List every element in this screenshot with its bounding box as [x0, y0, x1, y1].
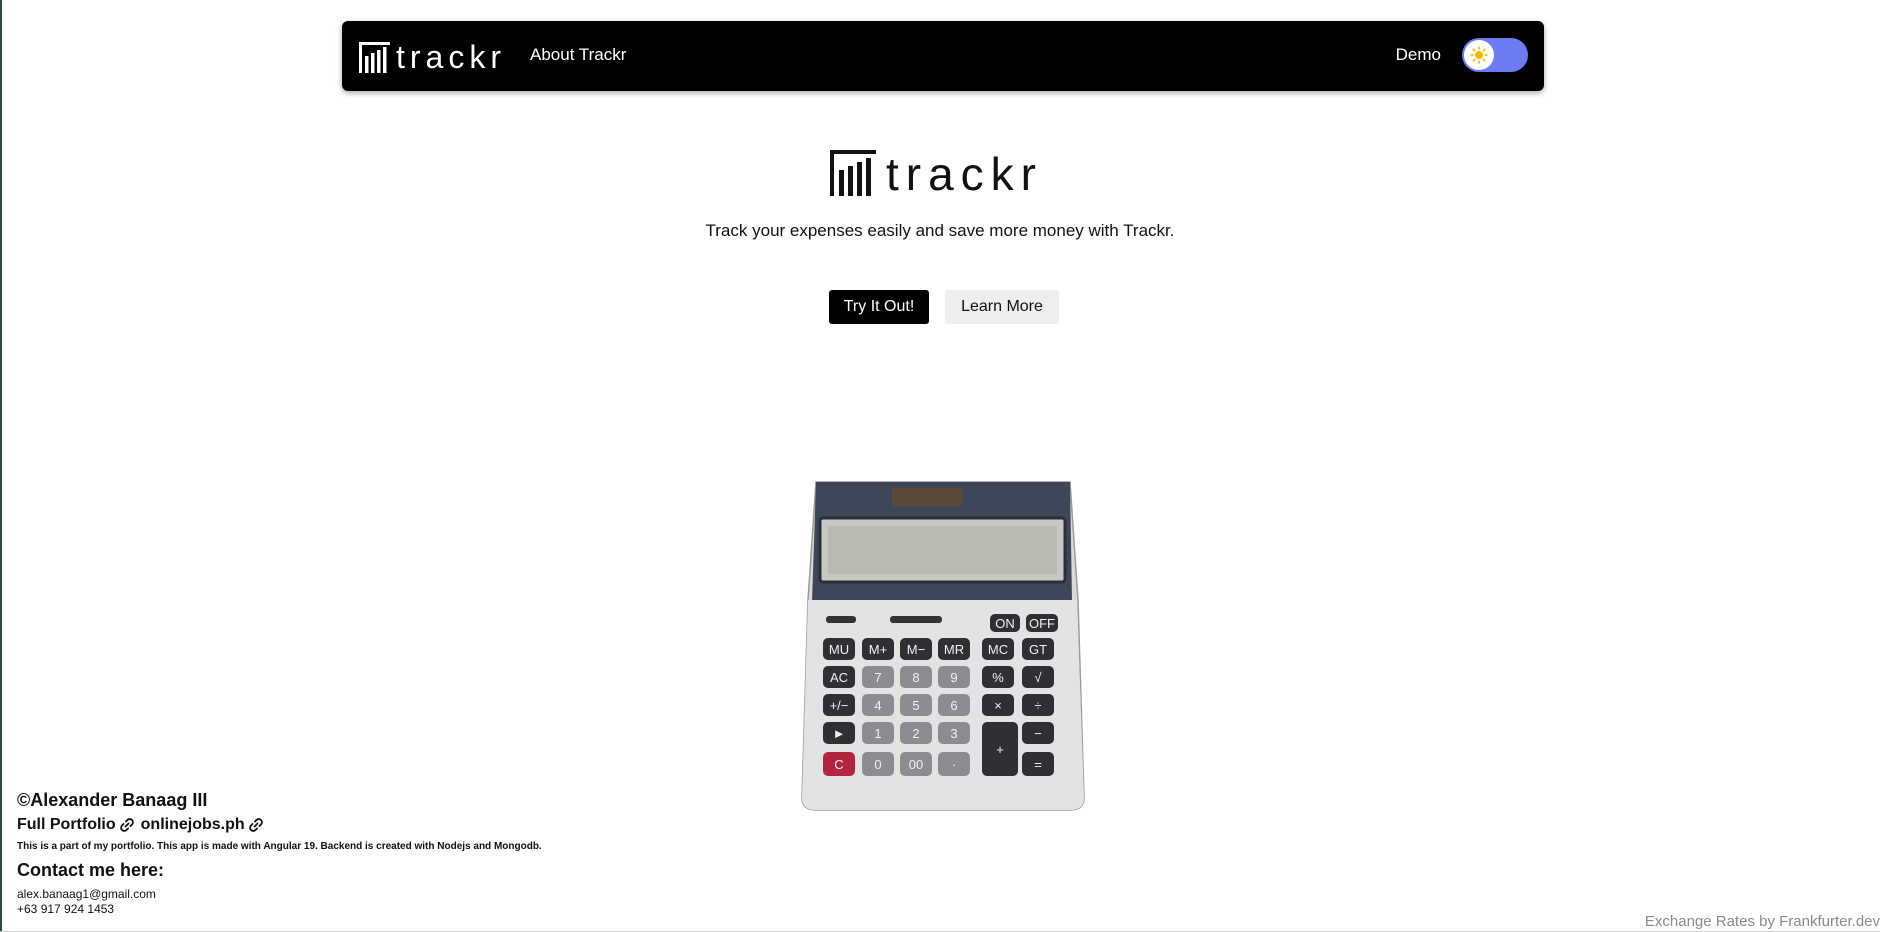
- row1-3-key-label: MR: [944, 642, 964, 657]
- row3-1-key-label: 4: [874, 698, 881, 713]
- toggle-knob: [1464, 40, 1494, 70]
- row1-0-key-label: MU: [829, 642, 849, 657]
- portfolio-note: This is a part of my portfolio. This app…: [17, 841, 542, 852]
- navbar-logo[interactable]: trackr: [359, 37, 506, 73]
- row1-5-key-label: GT: [1029, 642, 1047, 657]
- about-trackr-link[interactable]: About Trackr: [530, 45, 626, 65]
- full-portfolio-link[interactable]: Full Portfolio: [17, 816, 135, 834]
- row1-2-key-label: M−: [907, 642, 925, 657]
- row4-2-key-label: 2: [912, 726, 919, 741]
- decimal-key-label: ·: [952, 757, 956, 772]
- sun-icon: [1470, 46, 1488, 64]
- row2-1-key-label: 7: [874, 670, 881, 685]
- equals-key-label: =: [1034, 757, 1042, 772]
- bar-chart-logo-icon: [359, 42, 390, 73]
- row2-4-key-label: %: [992, 670, 1004, 685]
- demo-label: Demo: [1395, 45, 1441, 64]
- clear-key-label: C: [834, 757, 843, 772]
- row4-1-key-label: 1: [874, 726, 881, 741]
- onlinejobs-label: onlinejobs.ph: [140, 816, 245, 833]
- row3-4-key-label: ×: [994, 698, 1002, 713]
- full-portfolio-label: Full Portfolio: [17, 816, 116, 833]
- row3-3-key-label: 6: [950, 698, 957, 713]
- contact-email[interactable]: alex.banaag1@gmail.com: [17, 887, 156, 901]
- link-icon: [119, 818, 134, 832]
- row3-2-key-label: 5: [912, 698, 919, 713]
- hero-brand-text: trackr: [886, 148, 1043, 200]
- link-icon: [248, 818, 263, 832]
- copyright: ©Alexander Banaag III: [17, 790, 208, 810]
- row3-5-key-label: ÷: [1034, 698, 1041, 713]
- minus-key-label: −: [1034, 726, 1042, 741]
- exchange-rates-credit[interactable]: Exchange Rates by Frankfurter.dev: [1645, 913, 1880, 930]
- theme-toggle[interactable]: [1462, 38, 1528, 72]
- navbar-brand-text: trackr: [396, 39, 506, 75]
- on-key-label: ON: [995, 616, 1015, 631]
- row2-2-key-label: 8: [912, 670, 919, 685]
- learn-more-button[interactable]: Learn More: [945, 290, 1059, 324]
- try-it-out-button[interactable]: Try It Out!: [829, 290, 929, 324]
- contact-phone: +63 917 924 1453: [17, 902, 115, 916]
- row4-0-key-label: ►: [833, 726, 846, 741]
- plus-key-label: +: [996, 742, 1004, 757]
- footer-links: Full Portfolio onlinejobs.ph: [17, 816, 264, 834]
- onlinejobs-link[interactable]: onlinejobs.ph: [141, 816, 264, 834]
- bar-chart-logo-icon: [830, 150, 876, 196]
- navbar: trackr About Trackr Demo: [342, 21, 1544, 91]
- row1-1-key-label: M+: [869, 642, 887, 657]
- row4-3-key-label: 3: [950, 726, 957, 741]
- window-edge: [0, 0, 2, 932]
- row1-4-key-label: MC: [988, 642, 1008, 657]
- hero-logo: trackr: [830, 148, 1043, 200]
- contact-title: Contact me here:: [17, 860, 165, 880]
- row2-5-key-label: √: [1034, 670, 1042, 685]
- double-zero-key-label: 00: [909, 757, 923, 772]
- row3-0-key-label: +/−: [830, 698, 849, 713]
- row2-0-key-label: AC: [830, 670, 848, 685]
- zero-key-label: 0: [874, 757, 881, 772]
- tagline: Track your expenses easily and save more…: [705, 221, 1175, 240]
- calculator-image: ON OFF MU M+ M− MR MC GT AC 7 8 9% √ +/− 4 5 6 × ÷ ► 1 2 3 + − C 0…: [801, 481, 1085, 811]
- off-key-label: OFF: [1029, 616, 1055, 631]
- row2-3-key-label: 9: [950, 670, 957, 685]
